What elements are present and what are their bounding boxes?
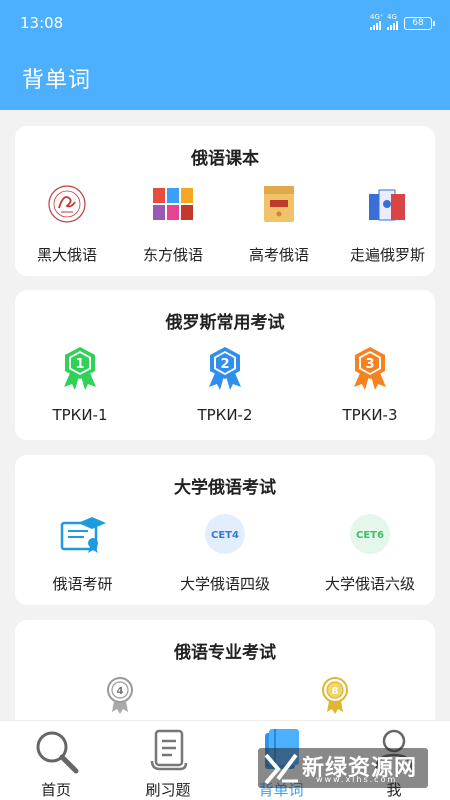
item-trki-1[interactable]: 1 ТРКИ-1 bbox=[35, 345, 125, 430]
item-gaokao-russian[interactable]: 高考俄语 bbox=[234, 184, 324, 269]
section-title: 俄罗斯常用考试 bbox=[165, 313, 285, 333]
book-stack-icon bbox=[368, 189, 405, 221]
item-trki-2[interactable]: 2 ТРКИ-2 bbox=[180, 345, 270, 430]
signal-icon: 4G⁺ bbox=[370, 13, 384, 30]
svg-text:4: 4 bbox=[117, 686, 124, 697]
scroll-icon bbox=[150, 729, 188, 771]
badge-3-icon: 3 bbox=[354, 347, 386, 390]
medal-4-icon: 4 bbox=[107, 677, 133, 714]
item-postgrad-exam[interactable]: 俄语考研 bbox=[35, 513, 130, 598]
status-bar: 13:08 4G⁺ 4G 68 bbox=[0, 0, 450, 48]
cet6-icon: CET6 bbox=[350, 514, 390, 554]
item-cet4[interactable]: CET4 大学俄语四级 bbox=[170, 513, 280, 598]
svg-text:1: 1 bbox=[75, 357, 84, 372]
tab-exercises[interactable]: 刷习题 bbox=[112, 721, 224, 800]
badge-2-icon: 2 bbox=[209, 347, 241, 390]
medal-8-icon: 8 bbox=[322, 677, 348, 714]
section-title: 大学俄语考试 bbox=[174, 478, 276, 498]
main-content[interactable]: 俄语课本 黑大俄语 东方俄语 高考俄语 走遍俄罗斯 俄罗斯常用考试 1 ТРКИ… bbox=[0, 110, 450, 720]
signal-icon: 4G bbox=[387, 13, 398, 30]
cet4-icon: CET4 bbox=[205, 514, 245, 554]
item-zoubian-russia[interactable]: 走遍俄罗斯 bbox=[340, 184, 435, 269]
item-trki-3[interactable]: 3 ТРКИ-3 bbox=[325, 345, 415, 430]
item-cet6[interactable]: CET6 大学俄语六级 bbox=[315, 513, 425, 598]
svg-text:2: 2 bbox=[220, 357, 229, 372]
battery-icon: 68 bbox=[404, 17, 435, 30]
envelope-icon bbox=[264, 186, 294, 222]
section-college-exams: 大学俄语考试 俄语考研 CET4 大学俄语四级 CET6 大学俄语六级 bbox=[15, 455, 435, 605]
watermark-url: www.xlhs.com bbox=[316, 775, 398, 784]
svg-text:3: 3 bbox=[365, 357, 374, 372]
section-title: 俄语专业考试 bbox=[174, 643, 276, 663]
item-heida-russian[interactable]: 黑大俄语 bbox=[22, 184, 112, 269]
certificate-icon bbox=[60, 517, 106, 553]
section-title: 俄语课本 bbox=[191, 149, 259, 169]
watermark: 新绿资源网 www.xlhs.com bbox=[258, 748, 428, 788]
status-icons: 4G⁺ 4G 68 bbox=[370, 13, 435, 30]
badge-1-icon: 1 bbox=[64, 347, 96, 390]
status-time: 13:08 bbox=[20, 14, 64, 32]
logo-icon bbox=[264, 753, 298, 785]
svg-text:CET4: CET4 bbox=[211, 530, 239, 541]
textbook-set-icon bbox=[153, 188, 193, 220]
svg-text:8: 8 bbox=[332, 686, 339, 697]
section-russia-exams: 俄罗斯常用考试 1 ТРКИ-1 2 ТРКИ-2 3 ТРКИ-3 bbox=[15, 290, 435, 440]
search-icon bbox=[36, 731, 79, 774]
section-major-exams: 俄语专业考试 4 8 bbox=[15, 620, 435, 720]
svg-text:CET6: CET6 bbox=[356, 530, 384, 541]
tab-home[interactable]: 首页 bbox=[0, 721, 112, 800]
page-title: 背单词 bbox=[22, 68, 92, 93]
item-tem8[interactable]: 8 bbox=[305, 676, 365, 716]
app-bar: 背单词 bbox=[0, 48, 450, 110]
item-tem4[interactable]: 4 bbox=[90, 676, 150, 716]
section-textbooks: 俄语课本 黑大俄语 东方俄语 高考俄语 走遍俄罗斯 bbox=[15, 126, 435, 276]
university-seal-icon bbox=[48, 185, 86, 223]
item-dongfang-russian[interactable]: 东方俄语 bbox=[128, 184, 218, 269]
